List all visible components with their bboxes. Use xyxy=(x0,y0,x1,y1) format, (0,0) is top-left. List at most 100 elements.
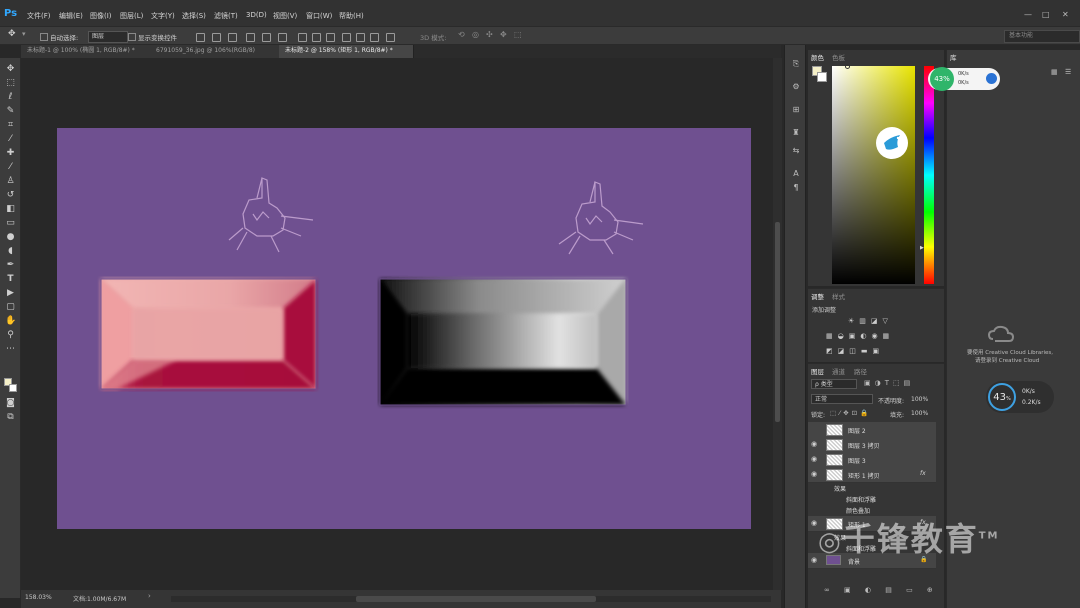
tab-layers[interactable]: 图层 xyxy=(811,366,824,376)
brush-tool-icon[interactable]: ⁄ xyxy=(5,162,16,173)
layer-row[interactable]: ◉ 图层 3 xyxy=(808,452,936,468)
hand-tool-icon[interactable]: ✋ xyxy=(5,316,16,327)
tab-libraries[interactable]: 库 xyxy=(950,52,957,62)
dodge-tool-icon[interactable]: ◖ xyxy=(5,246,16,257)
color-picker-ring[interactable] xyxy=(845,64,850,69)
3d-slide-icon[interactable]: ✥ xyxy=(500,30,507,39)
crop-tool-icon[interactable]: ⌗ xyxy=(5,120,16,131)
menu-3d[interactable]: 3D(D) xyxy=(246,11,267,19)
quick-select-tool-icon[interactable]: ✎ xyxy=(5,106,16,117)
layer-row[interactable]: ◉ 图层 3 拷贝 xyxy=(808,437,936,453)
document-canvas[interactable] xyxy=(57,128,751,529)
align-top-icon[interactable] xyxy=(196,33,205,42)
menu-help[interactable]: 帮助(H) xyxy=(339,11,364,21)
eye-icon[interactable]: ◉ xyxy=(811,519,817,527)
menu-select[interactable]: 选择(S) xyxy=(182,11,206,21)
blur-tool-icon[interactable]: ● xyxy=(5,232,16,243)
paragraph-panel-icon[interactable]: ¶ xyxy=(791,183,801,193)
menu-filter[interactable]: 滤镜(T) xyxy=(214,11,238,21)
color-field[interactable] xyxy=(832,66,915,284)
properties-panel-icon[interactable]: ⊞ xyxy=(791,105,801,115)
network-meter-bottom[interactable]: 43% 0K/s 0.2K/s xyxy=(986,381,1054,413)
3d-rotate-icon[interactable]: ⟲ xyxy=(458,30,465,39)
auto-select-checkbox[interactable] xyxy=(40,33,48,41)
adjustment-icons-row-3[interactable]: ◩◪◫▬▣ xyxy=(826,347,884,355)
eye-icon[interactable]: ◉ xyxy=(811,440,817,448)
move-tool-icon[interactable]: ✥ xyxy=(5,64,16,75)
lasso-tool-icon[interactable]: ℓ xyxy=(5,92,16,103)
zoom-tool-icon[interactable]: ⚲ xyxy=(5,330,16,341)
tab-styles[interactable]: 样式 xyxy=(832,291,845,301)
3d-roll-icon[interactable]: ◎ xyxy=(472,30,479,39)
fill-value[interactable]: 100% xyxy=(911,410,928,417)
background-color-chip[interactable] xyxy=(817,72,827,82)
align-bottom-icon[interactable] xyxy=(228,33,237,42)
network-meter-top[interactable]: 43% 0K/s 0K/s xyxy=(928,67,1000,91)
tab-untitled-1[interactable]: 未标题-1 @ 100% (椭圆 1, RGB/8#) * xyxy=(21,45,156,58)
menu-view[interactable]: 视图(V) xyxy=(273,11,297,21)
layer-row[interactable]: ◉ 矩形 1 拷贝 fx xyxy=(808,467,936,483)
eye-icon[interactable]: ◉ xyxy=(811,470,817,478)
move-tool-icon[interactable]: ✥ xyxy=(8,29,16,39)
distribute-left-icon[interactable] xyxy=(342,33,351,42)
screen-mode-icon[interactable]: ⧉ xyxy=(5,412,16,423)
align-right-icon[interactable] xyxy=(278,33,287,42)
tab-adjustments[interactable]: 调整 xyxy=(811,291,824,301)
minimize-button[interactable]: — xyxy=(1024,10,1032,19)
hue-slider-handle-icon[interactable]: ▶ xyxy=(920,245,924,251)
auto-align-icon[interactable] xyxy=(386,33,395,42)
list-view-icon[interactable]: ☰ xyxy=(1065,68,1071,76)
distribute-hcenter-icon[interactable] xyxy=(356,33,365,42)
menu-file[interactable]: 文件(F) xyxy=(27,11,51,21)
distribute-top-icon[interactable] xyxy=(298,33,307,42)
align-vcenter-icon[interactable] xyxy=(212,33,221,42)
rectangle-tool-icon[interactable]: ▢ xyxy=(5,302,16,313)
layer-row[interactable]: 图层 2 xyxy=(808,422,936,438)
healing-brush-tool-icon[interactable]: ✚ xyxy=(5,148,16,159)
history-panel-icon[interactable]: ⎘ xyxy=(791,59,801,69)
distribute-right-icon[interactable] xyxy=(370,33,379,42)
align-hcenter-icon[interactable] xyxy=(262,33,271,42)
history-brush-tool-icon[interactable]: ↺ xyxy=(5,190,16,201)
layer-kind-filter[interactable]: ρ 类型 xyxy=(811,379,857,389)
distribute-vcenter-icon[interactable] xyxy=(312,33,321,42)
menu-edit[interactable]: 编辑(E) xyxy=(59,11,83,21)
actions-panel-icon[interactable]: ⚙ xyxy=(791,82,801,92)
tab-untitled-2[interactable]: 未标题-2 @ 158% (矩形 1, RGB/8#) * xyxy=(279,45,414,58)
zoom-level[interactable]: 158.03% xyxy=(25,594,52,601)
3d-scale-icon[interactable]: ⬚ xyxy=(514,30,522,39)
menu-image[interactable]: 图像(I) xyxy=(90,11,112,21)
type-tool-icon[interactable]: T xyxy=(5,274,16,285)
quick-mask-icon[interactable]: ◙ xyxy=(5,398,16,409)
background-color-swatch[interactable] xyxy=(9,384,17,392)
layers-footer-icons[interactable]: ∞ ▣ ◐ ▤ ▭ ⊕ 🗑 xyxy=(824,586,962,594)
scrollbar-thumb[interactable] xyxy=(775,222,780,422)
blend-mode-dropdown[interactable]: 正常 xyxy=(811,394,873,404)
effect-bevel-emboss[interactable]: 斜面和浮雕 xyxy=(846,495,876,504)
status-chevron-icon[interactable]: › xyxy=(148,592,151,600)
auto-select-dropdown[interactable]: 图层 xyxy=(88,31,128,43)
clone-source-icon[interactable]: ⇆ xyxy=(791,146,801,156)
menu-type[interactable]: 文字(Y) xyxy=(151,11,175,21)
tab-paths[interactable]: 路径 xyxy=(854,366,867,376)
opacity-value[interactable]: 100% xyxy=(911,396,928,403)
eye-icon[interactable]: ◉ xyxy=(811,556,817,564)
lock-icons[interactable]: ⬚⁄✥⊡🔒 xyxy=(830,409,871,417)
pen-tool-icon[interactable]: ✒ xyxy=(5,260,16,271)
grid-view-icon[interactable]: ▦ xyxy=(1051,68,1058,76)
character-panel-icon[interactable]: A xyxy=(791,169,801,179)
menu-window[interactable]: 窗口(W) xyxy=(306,11,332,21)
maximize-button[interactable]: □ xyxy=(1042,10,1050,19)
3d-pan-icon[interactable]: ✣ xyxy=(486,30,493,39)
filter-icons[interactable]: ▣◑T⬚▤ xyxy=(864,379,914,387)
eye-icon[interactable]: ◉ xyxy=(811,455,817,463)
gradient-tool-icon[interactable]: ▭ xyxy=(5,218,16,229)
clone-stamp-tool-icon[interactable]: ♙ xyxy=(5,176,16,187)
workspace-selector[interactable]: 基本功能 xyxy=(1004,30,1080,43)
show-transform-checkbox[interactable] xyxy=(128,33,136,41)
menu-layer[interactable]: 图层(L) xyxy=(120,11,143,21)
tab-color[interactable]: 颜色 xyxy=(811,52,824,62)
align-left-icon[interactable] xyxy=(246,33,255,42)
tab-image-jpg[interactable]: 6791059_36.jpg @ 106%(RGB/8) xyxy=(150,45,285,58)
adjustment-icons-row-1[interactable]: ☀▥◪▽ xyxy=(848,317,893,325)
